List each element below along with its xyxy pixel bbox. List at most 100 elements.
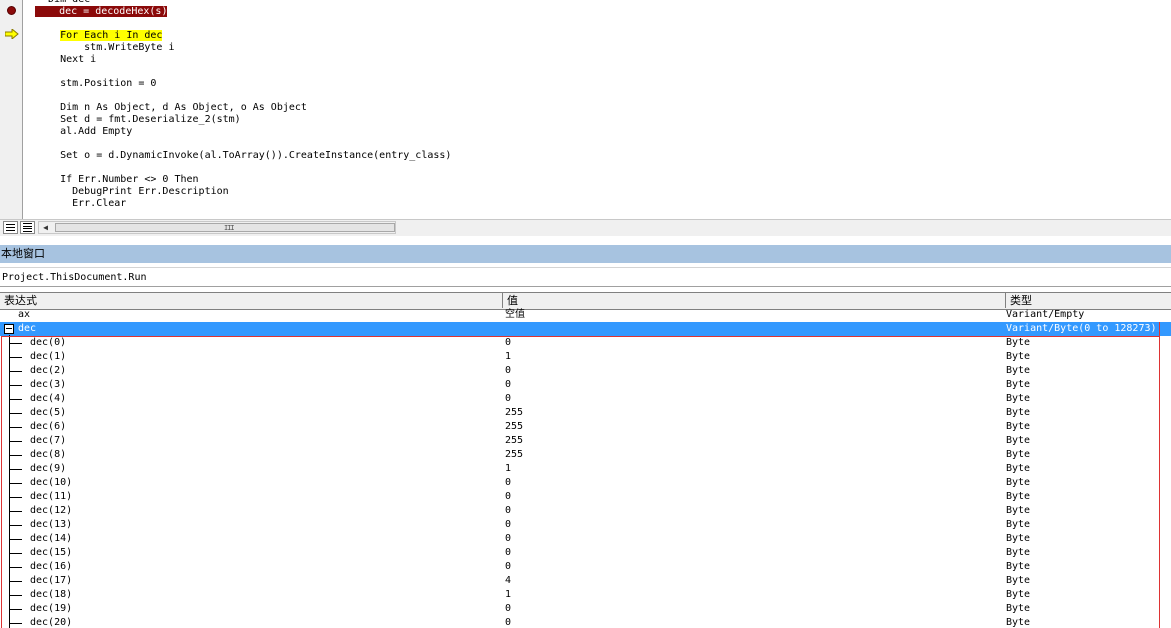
tree-branch-line [10,595,22,596]
locals-expression: dec(19) [30,603,73,614]
locals-row[interactable]: dec(4) 0 Byte [0,392,1171,406]
locals-row[interactable]: dec(7) 255 Byte [0,434,1171,448]
locals-row[interactable]: dec(18) 1 Byte [0,588,1171,602]
locals-value[interactable]: 255 [505,448,523,462]
locals-row[interactable]: dec(20) 0 Byte [0,616,1171,628]
locals-type: Byte [1006,351,1031,362]
tree-branch-line [10,427,22,428]
locals-value[interactable]: 1 [505,350,511,364]
locals-value[interactable]: 0 [505,476,511,490]
locals-context[interactable]: Project.ThisDocument.Run [0,267,1171,287]
locals-type: Byte [1006,393,1031,404]
locals-value[interactable]: 0 [505,532,511,546]
locals-row[interactable]: dec(12) 0 Byte [0,504,1171,518]
locals-value[interactable]: 0 [505,518,511,532]
full-module-view-button[interactable] [20,221,35,234]
locals-row[interactable]: dec(16) 0 Byte [0,560,1171,574]
tree-branch-line [10,469,22,470]
code-line[interactable]: stm.Position = 0 [36,78,156,90]
code-line[interactable]: For Each i In dec [36,30,163,42]
code-line[interactable]: Set d = fmt.Deserialize_2(stm) [36,114,241,126]
locals-row-selected[interactable]: dec Variant/Byte(0 to 128273) [0,322,1171,336]
locals-value[interactable]: 0 [505,602,511,616]
scroll-thumb[interactable]: III [55,223,395,232]
current-statement-text: For Each i In dec [60,30,163,41]
locals-value[interactable]: 255 [505,434,523,448]
column-header-expression[interactable]: 表达式 [0,293,503,308]
locals-value[interactable]: 255 [505,420,523,434]
locals-row[interactable]: dec(5) 255 Byte [0,406,1171,420]
locals-value[interactable]: 4 [505,574,511,588]
locals-row[interactable]: dec(10) 0 Byte [0,476,1171,490]
horizontal-scrollbar[interactable]: ◀ III [38,221,396,234]
locals-row[interactable]: dec(0) 0 Byte [0,336,1171,350]
locals-expression: dec(9) [30,463,67,474]
code-line[interactable]: Err.Clear [36,198,126,210]
locals-value[interactable]: 0 [505,546,511,560]
locals-row[interactable]: dec(14) 0 Byte [0,532,1171,546]
locals-type: Byte [1006,407,1031,418]
code-editor-pane[interactable]: Dim dec dec = decodeHex(s) For Each i In… [0,0,1171,219]
code-line[interactable]: dec = decodeHex(s) [35,6,168,18]
code-line-text: stm.Position = 0 [36,78,157,89]
code-line[interactable]: Set o = d.DynamicInvoke(al.ToArray()).Cr… [36,150,451,162]
locals-type: Variant/Empty [1006,309,1085,320]
locals-row[interactable]: dec(17) 4 Byte [0,574,1171,588]
breakpoint-dot-icon[interactable] [7,6,16,15]
tree-branch-line [10,623,22,624]
locals-expression: dec(6) [30,421,67,432]
locals-row[interactable]: dec(9) 1 Byte [0,462,1171,476]
locals-value[interactable]: 255 [505,406,523,420]
locals-row[interactable]: dec(19) 0 Byte [0,602,1171,616]
column-header-type[interactable]: 类型 [1006,293,1171,308]
locals-value[interactable]: 1 [505,462,511,476]
locals-expression: dec(10) [30,477,73,488]
locals-window-title[interactable]: 本地窗口 [0,245,1171,263]
locals-expression: dec(8) [30,449,67,460]
code-line-text: al.Add Empty [36,126,133,137]
code-line[interactable]: stm.WriteByte i [36,42,174,54]
code-line[interactable]: Next i [36,54,96,66]
locals-row[interactable]: dec(1) 1 Byte [0,350,1171,364]
locals-type: Byte [1006,463,1031,474]
locals-value[interactable]: 0 [505,378,511,392]
tree-branch-line [10,441,22,442]
locals-value[interactable]: 0 [505,490,511,504]
locals-value[interactable]: 空值 [505,308,525,322]
tree-branch-line [10,511,22,512]
locals-row[interactable]: dec(6) 255 Byte [0,420,1171,434]
locals-row[interactable]: dec(15) 0 Byte [0,546,1171,560]
locals-grid-body[interactable]: ax 空值 Variant/Empty dec Variant/Byte(0 to 12… [0,308,1171,628]
column-header-value[interactable]: 值 [503,293,1006,308]
locals-value[interactable]: 0 [505,504,511,518]
full-module-view-icon [23,223,32,232]
locals-value[interactable]: 0 [505,392,511,406]
locals-expression: dec(2) [30,365,67,376]
locals-row[interactable]: ax 空值 Variant/Empty [0,308,1171,322]
locals-value[interactable]: 0 [505,336,511,350]
breakpoint-line-text: dec = decodeHex(s) [59,6,168,17]
scroll-left-icon[interactable]: ◀ [39,222,52,233]
procedure-view-button[interactable] [3,221,18,234]
code-line[interactable]: al.Add Empty [36,126,132,138]
locals-row[interactable]: dec(2) 0 Byte [0,364,1171,378]
tree-branch-line [10,525,22,526]
locals-row[interactable]: dec(11) 0 Byte [0,490,1171,504]
code-line-text: Dim n As Object, d As Object, o As Objec… [36,102,307,113]
locals-value[interactable]: 0 [505,560,511,574]
code-text-area[interactable]: Dim dec dec = decodeHex(s) For Each i In… [22,0,1171,219]
locals-row[interactable]: dec(13) 0 Byte [0,518,1171,532]
locals-value[interactable]: 1 [505,588,511,602]
locals-value[interactable]: 0 [505,364,511,378]
code-line-text: Next i [36,54,97,65]
locals-row[interactable]: dec(3) 0 Byte [0,378,1171,392]
code-line[interactable]: If Err.Number <> 0 Then [36,174,198,186]
locals-value[interactable]: 0 [505,616,511,628]
code-line[interactable]: DebugPrint Err.Description [36,186,229,198]
locals-row[interactable]: dec(8) 255 Byte [0,448,1171,462]
code-line-text: Dim dec [36,0,90,5]
indicator-margin[interactable] [0,0,23,219]
tree-branch-line [10,609,22,610]
code-line[interactable]: Dim n As Object, d As Object, o As Objec… [36,102,307,114]
collapse-minus-icon[interactable] [4,324,14,334]
